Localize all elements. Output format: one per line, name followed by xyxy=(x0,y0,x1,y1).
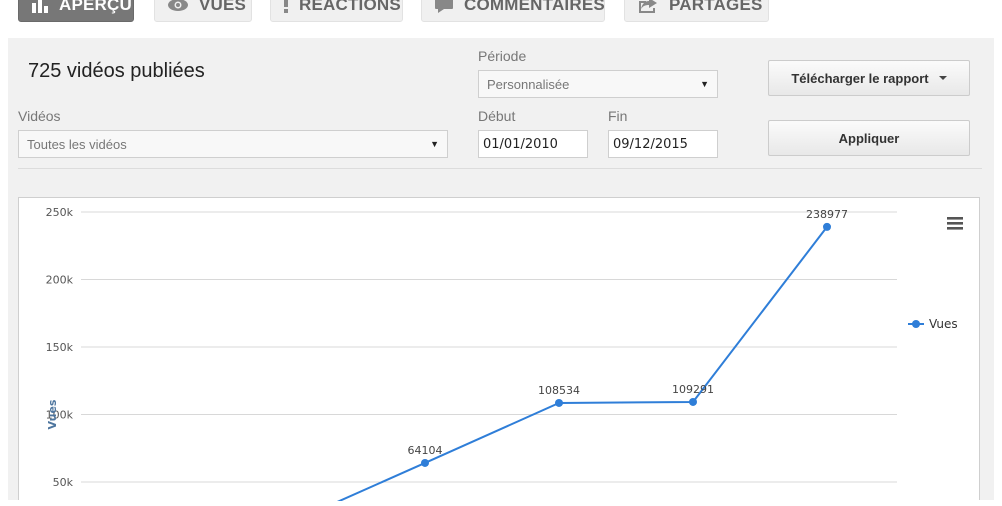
debut-date-input[interactable]: 01/01/2010 xyxy=(478,130,588,158)
tab-label: COMMENTAIRES xyxy=(464,0,605,14)
tab-reactions[interactable]: RÉACTIONS xyxy=(270,0,403,22)
caret-down-icon xyxy=(938,76,947,80)
data-point[interactable] xyxy=(689,397,697,406)
chart-container: 250k 200k 150k 100k 50k Vues 64104 108534 1092… xyxy=(18,197,980,506)
dropdown-arrow-icon: ▼ xyxy=(700,79,709,89)
periode-value: Personnalisée xyxy=(487,76,570,92)
legend-marker xyxy=(912,320,920,328)
data-point[interactable] xyxy=(421,458,429,467)
tab-label: VUES xyxy=(199,0,247,14)
comment-icon xyxy=(434,0,454,14)
videos-value: Toutes les vidéos xyxy=(27,136,127,152)
y-axis-ticks: 250k200k150k100k50k xyxy=(46,206,74,489)
data-label: 109291 xyxy=(672,383,714,396)
data-point[interactable] xyxy=(555,398,563,407)
divider xyxy=(18,168,982,169)
dropdown-arrow-icon: ▼ xyxy=(430,139,439,149)
tab-label: APERÇU xyxy=(59,0,132,14)
data-labels: 64104 108534 109291 238977 xyxy=(408,208,849,457)
series-points xyxy=(421,222,831,467)
periode-label: Période xyxy=(478,48,527,64)
data-label: 108534 xyxy=(538,384,580,397)
legend-item-vues[interactable]: Vues xyxy=(908,317,958,331)
bar-chart-icon xyxy=(31,0,49,14)
tab-label: RÉACTIONS xyxy=(299,0,401,14)
y-tick-label: 250k xyxy=(46,206,74,219)
chart-grid xyxy=(81,211,897,483)
download-report-button[interactable]: Télécharger le rapport xyxy=(768,60,970,96)
fin-label: Fin xyxy=(608,108,628,124)
y-tick-label: 200k xyxy=(46,274,74,287)
download-report-label: Télécharger le rapport xyxy=(791,70,929,86)
periode-select[interactable]: Personnalisée ▼ xyxy=(478,70,718,98)
line-chart: 250k200k150k100k50k Vues 64104108534 1092… xyxy=(46,206,963,506)
exclamation-icon xyxy=(283,0,289,14)
share-icon xyxy=(637,0,659,14)
data-label: 64104 xyxy=(408,444,443,457)
apply-label: Appliquer xyxy=(838,130,900,146)
tab-vues[interactable]: VUES xyxy=(154,0,252,22)
data-point[interactable] xyxy=(823,222,831,231)
chart-menu-icon[interactable] xyxy=(947,217,963,230)
tab-commentaires[interactable]: COMMENTAIRES xyxy=(421,0,605,22)
tab-apercu[interactable]: APERÇU xyxy=(18,0,134,22)
tab-partages[interactable]: PARTAGES xyxy=(624,0,769,22)
fin-date-input[interactable]: 09/12/2015 xyxy=(608,130,718,158)
data-label: 238977 xyxy=(806,208,848,221)
y-axis-label: Vues xyxy=(46,399,59,429)
debut-label: Début xyxy=(478,108,516,124)
videos-label: Vidéos xyxy=(18,108,61,124)
apply-button[interactable]: Appliquer xyxy=(768,120,970,156)
y-tick-label: 50k xyxy=(53,476,74,489)
page-title: 725 vidéos publiées xyxy=(28,60,205,82)
series-line-vues xyxy=(325,226,828,506)
tab-label: PARTAGES xyxy=(669,0,763,14)
tab-bar: APERÇU VUES RÉACTIONS COMMENTAIRES PARTA… xyxy=(0,0,1002,38)
legend-label: Vues xyxy=(929,317,958,331)
videos-select[interactable]: Toutes les vidéos ▼ xyxy=(18,130,448,158)
eye-icon xyxy=(167,0,189,14)
y-tick-label: 150k xyxy=(46,341,74,354)
